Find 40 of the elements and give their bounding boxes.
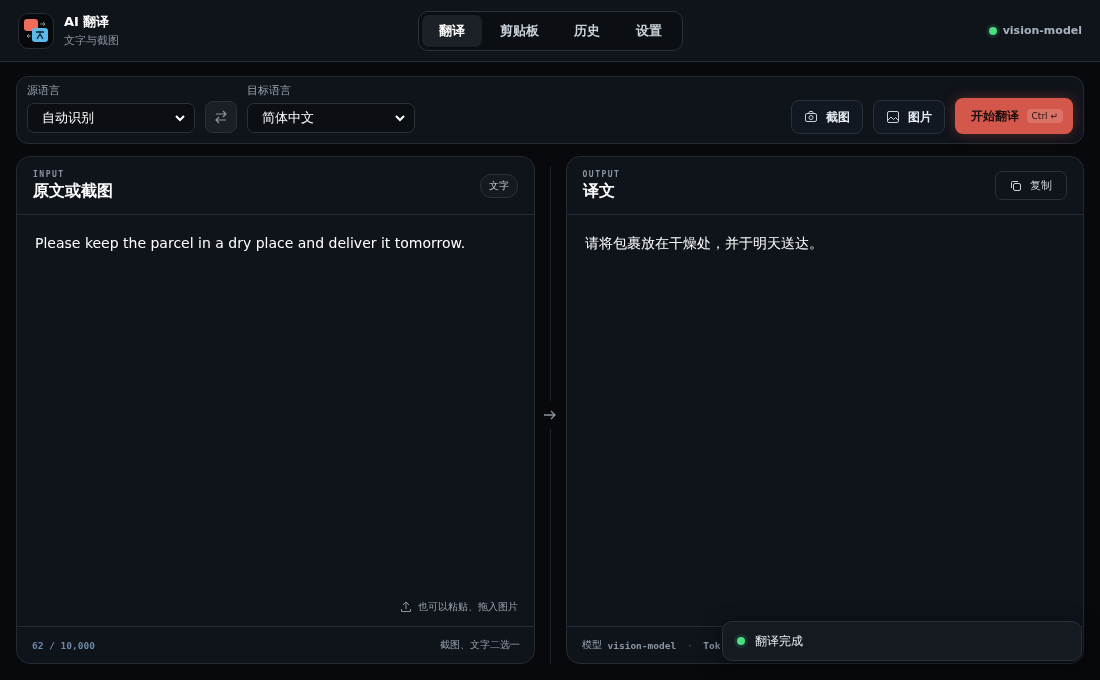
separator-dot: · [688, 639, 692, 651]
translated-text: 请将包裹放在干燥处，并于明天送达。 [584, 235, 824, 253]
language-select[interactable]: 简体中文 [247, 103, 415, 133]
panel-eyebrow: INPUT [33, 169, 66, 179]
field-label: 目标语言 [247, 83, 292, 98]
footer-note: 截图、文字二选一 [439, 638, 520, 652]
arrow-right-icon [543, 409, 557, 421]
upload-icon [399, 601, 412, 613]
chevron-down-icon [174, 114, 186, 122]
camera-icon [803, 110, 818, 124]
chevron-down-icon [394, 114, 406, 122]
model-value: vision-model [607, 639, 677, 651]
field-label: 源语言 [27, 83, 61, 98]
image-button[interactable]: 图片 [872, 100, 945, 134]
nav-tab[interactable]: 剪贴板 [483, 14, 555, 47]
panel-eyebrow: OUTPUT [582, 169, 621, 179]
panel-title: 原文或截图 [33, 180, 113, 202]
language-select[interactable]: 自动识别 [27, 103, 195, 133]
toast-message: 翻译完成 [755, 632, 803, 650]
app-subtitle: 文字与截图 [64, 33, 119, 48]
nav-tab[interactable]: 翻译 [421, 14, 482, 47]
copy-icon [1010, 179, 1022, 192]
model-label: 模型 [581, 638, 602, 652]
mode-badge: 文字 [479, 173, 518, 198]
token-label: Tok [703, 639, 721, 651]
app-title: AI 翻译 [64, 13, 111, 31]
swap-button[interactable] [205, 101, 237, 133]
translate-button[interactable]: 开始翻译 Ctrl ↵ [954, 98, 1073, 134]
copy-button[interactable]: 复制 [995, 171, 1067, 200]
char-counter: 62 / 10,000 [32, 639, 95, 651]
panel-title: 译文 [582, 180, 616, 202]
shortcut-hint: Ctrl ↵ [1026, 109, 1063, 123]
nav-tab[interactable]: 历史 [556, 14, 617, 47]
screenshot-button[interactable]: 截图 [790, 100, 863, 134]
swap-arrows-icon [214, 110, 228, 124]
source-text[interactable]: Please keep the parcel in a dry place and deliver it tomorrow. [35, 235, 516, 251]
model-name: vision-model [1002, 24, 1082, 37]
image-icon [885, 110, 900, 124]
nav-tab[interactable]: 设置 [618, 14, 679, 47]
paste-hint: 也可以粘贴、拖入图片 [417, 600, 518, 614]
